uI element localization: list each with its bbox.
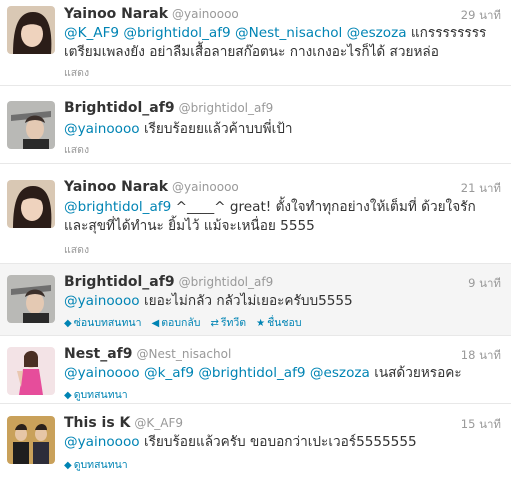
retweet-label: รีทวีต	[220, 317, 247, 329]
mention-link[interactable]: @K_AF9	[64, 25, 119, 41]
mention-link[interactable]: @eszoza	[347, 25, 407, 41]
reply-button[interactable]: ◀ ตอบกลับ	[151, 314, 200, 331]
timestamp[interactable]: 18 นาที	[461, 347, 501, 365]
avatar[interactable]	[7, 347, 55, 395]
author-name[interactable]: Yainoo Narak	[64, 6, 168, 22]
mention-link[interactable]: @yainoooo	[64, 434, 140, 450]
chat-bubble-icon: ◆	[64, 390, 72, 401]
timestamp[interactable]: 9 นาที	[468, 275, 501, 293]
tweet-body: เรียบร้อยยแล้วค้าบบพี่เป้า	[143, 121, 293, 137]
tweet-item[interactable]: Yainoo Narak @yainoooo 29 นาที @K_AF9 @br…	[0, 0, 511, 86]
author-name[interactable]: Nest_af9	[64, 346, 133, 362]
expand-link[interactable]: แสดง	[64, 141, 89, 158]
view-conversation-label: ดูบทสนทนา	[73, 389, 128, 401]
mention-link[interactable]: @brightidol_af9	[123, 25, 230, 41]
mention-link[interactable]: @brightidol_af9	[64, 199, 171, 215]
avatar[interactable]	[7, 416, 55, 464]
tweet-item[interactable]: Brightidol_af9 @brightidol_af9 9 นาที @ya…	[0, 264, 511, 336]
favorite-label: ชื่นชอบ	[267, 317, 302, 329]
tweet-text: @yainoooo เยอะไม่กลัว กลัวไม่เยอะครับบ55…	[64, 292, 491, 311]
tweet-item[interactable]: This is K @K_AF9 15 นาที @yainoooo เรียบร…	[0, 404, 511, 479]
star-icon: ★	[256, 318, 266, 329]
expand-link[interactable]: แสดง	[64, 64, 89, 81]
mention-link[interactable]: @eszoza	[310, 365, 370, 381]
view-conversation-label: ดูบทสนทนา	[73, 459, 128, 471]
author-handle[interactable]: @K_AF9	[134, 416, 183, 430]
author-name[interactable]: Brightidol_af9	[64, 100, 175, 116]
timestamp[interactable]: 21 นาที	[461, 180, 501, 198]
favorite-button[interactable]: ★ ชื่นชอบ	[256, 314, 301, 331]
mention-link[interactable]: @Nest_nisachol	[235, 25, 342, 41]
reply-label: ตอบกลับ	[161, 317, 201, 329]
author-name[interactable]: Yainoo Narak	[64, 179, 168, 195]
tweet-item[interactable]: Nest_af9 @Nest_nisachol 18 นาที @yainoooo…	[0, 336, 511, 404]
chat-bubble-icon: ◆	[64, 460, 72, 471]
tweet-body: เยอะไม่กลัว กลัวไม่เยอะครับบ5555	[143, 293, 353, 309]
tweet-body: เรียบร้อยแล้วครับ ขอบอกว่าเปะเวอร์555555…	[143, 434, 417, 450]
tweet-text: @yainoooo เรียบร้อยแล้วครับ ขอบอกว่าเปะเ…	[64, 433, 491, 452]
avatar[interactable]	[7, 6, 55, 54]
mention-link[interactable]: @brightidol_af9	[198, 365, 305, 381]
chat-bubble-icon: ◆	[64, 318, 72, 329]
avatar[interactable]	[7, 180, 55, 228]
timestamp[interactable]: 15 นาที	[461, 416, 501, 434]
mention-link[interactable]: @yainoooo	[64, 121, 140, 137]
avatar[interactable]	[7, 101, 55, 149]
author-handle[interactable]: @yainoooo	[172, 7, 239, 21]
tweet-item[interactable]: Brightidol_af9 @brightidol_af9 @yainoooo …	[0, 86, 511, 164]
reply-arrow-icon: ◀	[151, 318, 160, 329]
hide-conversation-label: ซ่อนบทสนทนา	[73, 317, 142, 329]
author-name[interactable]: This is K	[64, 415, 130, 431]
view-conversation-link[interactable]: ◆ ดูบทสนทนา	[64, 456, 128, 473]
author-handle[interactable]: @brightidol_af9	[179, 101, 274, 115]
tweet-actions: ◆ ซ่อนบทสนทนา ◀ ตอบกลับ ⇄ รีทวีต ★ ชื่นชอบ	[64, 314, 301, 331]
hide-conversation-link[interactable]: ◆ ซ่อนบทสนทนา	[64, 314, 141, 331]
mention-link[interactable]: @yainoooo	[64, 293, 140, 309]
tweet-text: @brightidol_af9 ^____^ great! ตั้งใจทำทุ…	[64, 198, 491, 236]
mention-link[interactable]: @yainoooo	[64, 365, 140, 381]
tweet-text: @yainoooo @k_af9 @brightidol_af9 @eszoza…	[64, 364, 491, 383]
mention-link[interactable]: @k_af9	[144, 365, 194, 381]
author-name[interactable]: Brightidol_af9	[64, 274, 175, 290]
retweet-icon: ⇄	[210, 318, 219, 329]
view-conversation-link[interactable]: ◆ ดูบทสนทนา	[64, 386, 128, 403]
retweet-button[interactable]: ⇄ รีทวีต	[210, 314, 246, 331]
expand-link[interactable]: แสดง	[64, 241, 89, 258]
tweet-item[interactable]: Yainoo Narak @yainoooo 21 นาที @brightido…	[0, 164, 511, 264]
avatar[interactable]	[7, 275, 55, 323]
author-handle[interactable]: @Nest_nisachol	[137, 347, 232, 361]
tweet-text: @K_AF9 @brightidol_af9 @Nest_nisachol @e…	[64, 24, 491, 62]
timestamp[interactable]: 29 นาที	[461, 7, 501, 25]
tweet-body: เนสด้วยหรอคะ	[374, 365, 462, 381]
author-handle[interactable]: @yainoooo	[172, 180, 239, 194]
tweet-text: @yainoooo เรียบร้อยยแล้วค้าบบพี่เป้า	[64, 120, 491, 139]
author-handle[interactable]: @brightidol_af9	[179, 275, 274, 289]
